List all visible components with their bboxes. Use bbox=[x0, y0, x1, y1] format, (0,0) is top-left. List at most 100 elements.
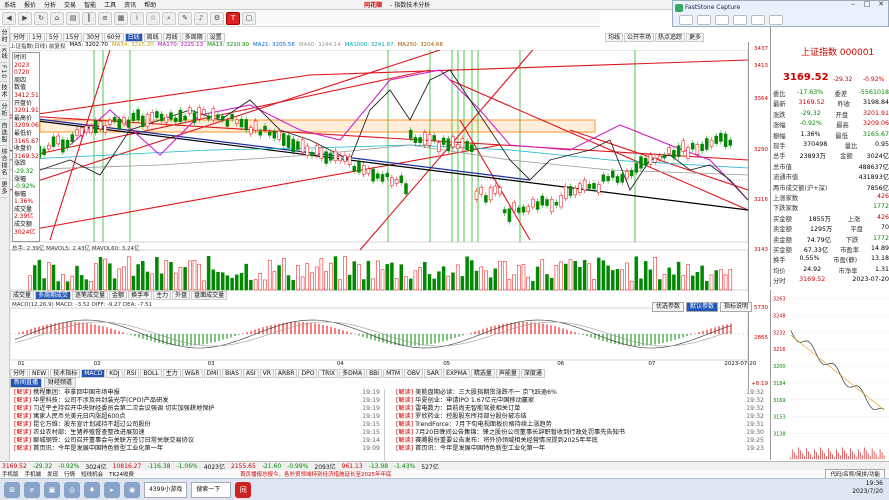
news-text[interactable]: [解读] TrendForce：7月下旬电视面板价格持续上涨趋势 bbox=[396, 421, 552, 429]
indicator-tab[interactable]: DPO bbox=[298, 369, 318, 378]
indicator-tab[interactable]: ASI bbox=[242, 369, 259, 378]
kline-icon[interactable]: ┃ bbox=[82, 11, 96, 25]
period-tab[interactable]: 周线 bbox=[143, 33, 162, 42]
news-title[interactable]: TrendForce：7月下旬电视面板价格持续上涨趋势 bbox=[413, 421, 552, 428]
news-text[interactable]: [解读] 赛腾股份重要公告发布：将外协领域相关经营情况提到2025年年底 bbox=[396, 437, 598, 445]
list-icon[interactable]: ≡ bbox=[98, 11, 112, 25]
volume-tab[interactable]: 换手率 bbox=[128, 291, 153, 300]
period-tab[interactable]: 60分 bbox=[103, 33, 124, 42]
chart-icon[interactable]: ▤ bbox=[66, 11, 80, 25]
left-tab[interactable]: 综合排名 bbox=[0, 146, 7, 180]
news-text[interactable]: [解读] 首页讯：今年是发展中国特色新型工业化第一年 bbox=[14, 445, 163, 453]
ths-icon[interactable]: 同 bbox=[235, 481, 252, 498]
bottom-link[interactable]: TK24收费 bbox=[109, 470, 134, 478]
indicator-tab[interactable]: VR bbox=[259, 369, 274, 378]
news-item[interactable]: [解读] 首页讯：今年是发展中国特色新型工业化第一年 19:23 bbox=[392, 445, 768, 453]
grid-icon[interactable]: ▦ bbox=[114, 11, 128, 25]
indicator-tab[interactable]: RSI bbox=[123, 369, 140, 378]
param-button-active[interactable]: 默认参数 bbox=[686, 302, 719, 312]
news-text[interactable]: [解读] 携程集团：非拿回中国市场申报 bbox=[14, 389, 120, 397]
param-button[interactable]: 优选参数 bbox=[652, 302, 685, 312]
app-icon[interactable]: ◎ bbox=[64, 481, 80, 498]
news-item[interactable]: [解读] 7月20日晚间公告集锦：锋之股份公司董事长辞职暂收到行政处罚事先告知书… bbox=[392, 429, 768, 437]
period-tab[interactable]: 1分 bbox=[29, 33, 45, 42]
indicator-tab[interactable]: BOLL bbox=[140, 369, 162, 378]
volume-tab-active[interactable]: 多周期成交 bbox=[35, 291, 72, 300]
forward-icon[interactable]: ▶ bbox=[18, 11, 32, 25]
indicator-tab[interactable]: DMI bbox=[203, 369, 222, 378]
news-text[interactable]: [解读] 首页讯：今年是发展中国特色新型工业化第一年 bbox=[396, 445, 545, 453]
capture-settings-icon[interactable] bbox=[769, 15, 783, 25]
bottom-link[interactable]: 行情 bbox=[64, 470, 75, 478]
volume-tab[interactable]: 逐笔成交量 bbox=[72, 291, 109, 300]
shield-icon[interactable]: ♦ bbox=[84, 481, 100, 498]
news-item[interactable]: [解读] 聊城钢铁：公司召开董事会与关联方签订日常关联交易协议 19:14 bbox=[10, 437, 384, 445]
indicator-tab[interactable]: 主力 bbox=[162, 369, 181, 378]
news-title[interactable]: 雷电数力：目前尚无智能驾驶相关订单 bbox=[413, 405, 520, 412]
menu-item[interactable]: 报价 bbox=[20, 0, 40, 9]
folder-icon[interactable]: ▣ bbox=[44, 481, 60, 498]
left-tab[interactable]: F10 bbox=[0, 63, 7, 83]
left-tab[interactable]: 分析 bbox=[0, 101, 7, 121]
news-text[interactable]: [解读] 美能盘期必读：三大股指期货涨跌不一 京飞跃逾6% bbox=[396, 389, 557, 397]
maximize-icon[interactable]: □ bbox=[861, 0, 873, 9]
news-item[interactable]: [解读] 习近平主持召开中央财经委员会第二次会议强调 切实加强耕地保护 19:19 bbox=[10, 405, 384, 413]
news-title[interactable]: 习近平主持召开中央财经委员会第二次会议强调 切实加强耕地保护 bbox=[31, 405, 214, 412]
period-tab[interactable]: 30分 bbox=[83, 33, 103, 42]
indicator-tab[interactable]: 多DMA bbox=[339, 369, 366, 378]
volume-tab[interactable]: 外盘 bbox=[172, 291, 191, 300]
news-title[interactable]: 首页讯：今年是发展中国特色新型工业化第一年 bbox=[413, 445, 545, 452]
news-title[interactable]: 华夏创业：申请IPO 1.67亿元中国移动赢家 bbox=[413, 397, 534, 404]
bottom-link[interactable]: 短线机会 bbox=[81, 470, 103, 478]
news-item[interactable]: [解读] 昆仑万维：股东宣计划减持不超过公司股份 19:15 bbox=[10, 421, 384, 429]
news-title[interactable]: 携程集团：非拿回中国市场申报 bbox=[31, 389, 120, 396]
indicator-tab[interactable]: KDJ bbox=[106, 369, 123, 378]
volume-tab[interactable]: 主力 bbox=[153, 291, 172, 300]
news-text[interactable]: [解读] 雷电数力：目前尚无智能驾驶相关订单 bbox=[396, 405, 520, 413]
chat-icon[interactable]: ◉ bbox=[124, 481, 140, 498]
capture-record-icon[interactable] bbox=[751, 15, 765, 25]
period-tab[interactable]: 月线 bbox=[162, 33, 181, 42]
search-icon[interactable]: ⌕ bbox=[162, 11, 176, 25]
period-tab[interactable]: 15分 bbox=[62, 33, 83, 42]
start-icon[interactable]: ⊞ bbox=[4, 481, 20, 498]
right-tab[interactable]: 均线 bbox=[605, 33, 624, 42]
indicator-tab[interactable]: 精选量 bbox=[470, 369, 495, 378]
taskbar-search[interactable]: 搜索一下 bbox=[191, 481, 232, 498]
back-icon[interactable]: ◀ bbox=[2, 11, 16, 25]
trade-icon[interactable]: T bbox=[226, 11, 240, 25]
indicator-tab[interactable]: MACD bbox=[81, 369, 106, 378]
left-tab[interactable]: K线 bbox=[0, 46, 7, 63]
param-button[interactable]: 指标说明 bbox=[720, 302, 753, 312]
left-tab[interactable]: 更多 bbox=[0, 179, 7, 199]
news-text[interactable]: [解读] 华星科技：公司不涉及共封装光学(CPO)产品研发 bbox=[14, 397, 168, 405]
period-tab[interactable]: 多周期 bbox=[181, 33, 206, 42]
scrolling-news[interactable]: 首页播报总报今，各外贸领域特别经济措施延长至2025年年底 bbox=[240, 470, 392, 478]
menu-item[interactable]: 资讯 bbox=[120, 0, 140, 9]
news-item[interactable]: [解读] 美能盘期必读：三大股指期货涨跌不一 京飞跃逾6% 19:32 bbox=[392, 389, 768, 397]
news-title[interactable]: 聊城钢铁：公司召开董事会与关联方签订日常关联交易协议 bbox=[31, 437, 194, 444]
right-tab[interactable]: 热点追踪 bbox=[655, 33, 686, 42]
news-text[interactable]: [解读] 7月20日晚间公告集锦：锋之股份公司董事长辞职暂收到行政处罚事先告知书 bbox=[396, 429, 625, 437]
draw-icon[interactable]: ✎ bbox=[178, 11, 192, 25]
indicator-tab[interactable]: ARBR bbox=[274, 369, 298, 378]
indicator-tab[interactable]: TRIX bbox=[318, 369, 339, 378]
news-text[interactable]: [解读] 聊城钢铁：公司召开董事会与关联方签订日常关联交易协议 bbox=[14, 437, 194, 445]
news-tab[interactable]: 财经频道 bbox=[44, 377, 77, 388]
period-tab[interactable]: 设置 bbox=[206, 33, 225, 42]
news-text[interactable]: [解读] 罗欣药业：控股股东所持部分股份被冻结 bbox=[396, 413, 527, 421]
close-icon[interactable]: ✕ bbox=[875, 0, 887, 9]
menu-item[interactable]: 帮助 bbox=[140, 0, 160, 9]
volume-tab[interactable]: 成交量 bbox=[10, 291, 35, 300]
info-icon[interactable]: i bbox=[130, 11, 144, 25]
news-title[interactable]: 罗欣药业：控股股东所持部分股份被冻结 bbox=[413, 413, 526, 420]
news-tab-active[interactable]: 新闻直播 bbox=[10, 377, 43, 388]
taskbar-app[interactable]: 4399小游戏 bbox=[144, 481, 188, 498]
window-icon[interactable]: ▢ bbox=[242, 11, 256, 25]
minimize-icon[interactable]: – bbox=[847, 0, 859, 9]
news-title[interactable]: 7月20日晚间公告集锦：锋之股份公司董事长辞职暂收到行政处罚事先告知书 bbox=[413, 429, 625, 436]
right-tab[interactable]: 更多 bbox=[686, 33, 705, 42]
news-item[interactable]: [解读] 罗欣药业：控股股东所持部分股份被冻结 19:32 bbox=[392, 413, 768, 421]
capture-scroll-icon[interactable] bbox=[733, 15, 747, 25]
news-item[interactable]: [解读] 寓家人民币兑美元日内涨超600点 19:19 bbox=[10, 413, 384, 421]
